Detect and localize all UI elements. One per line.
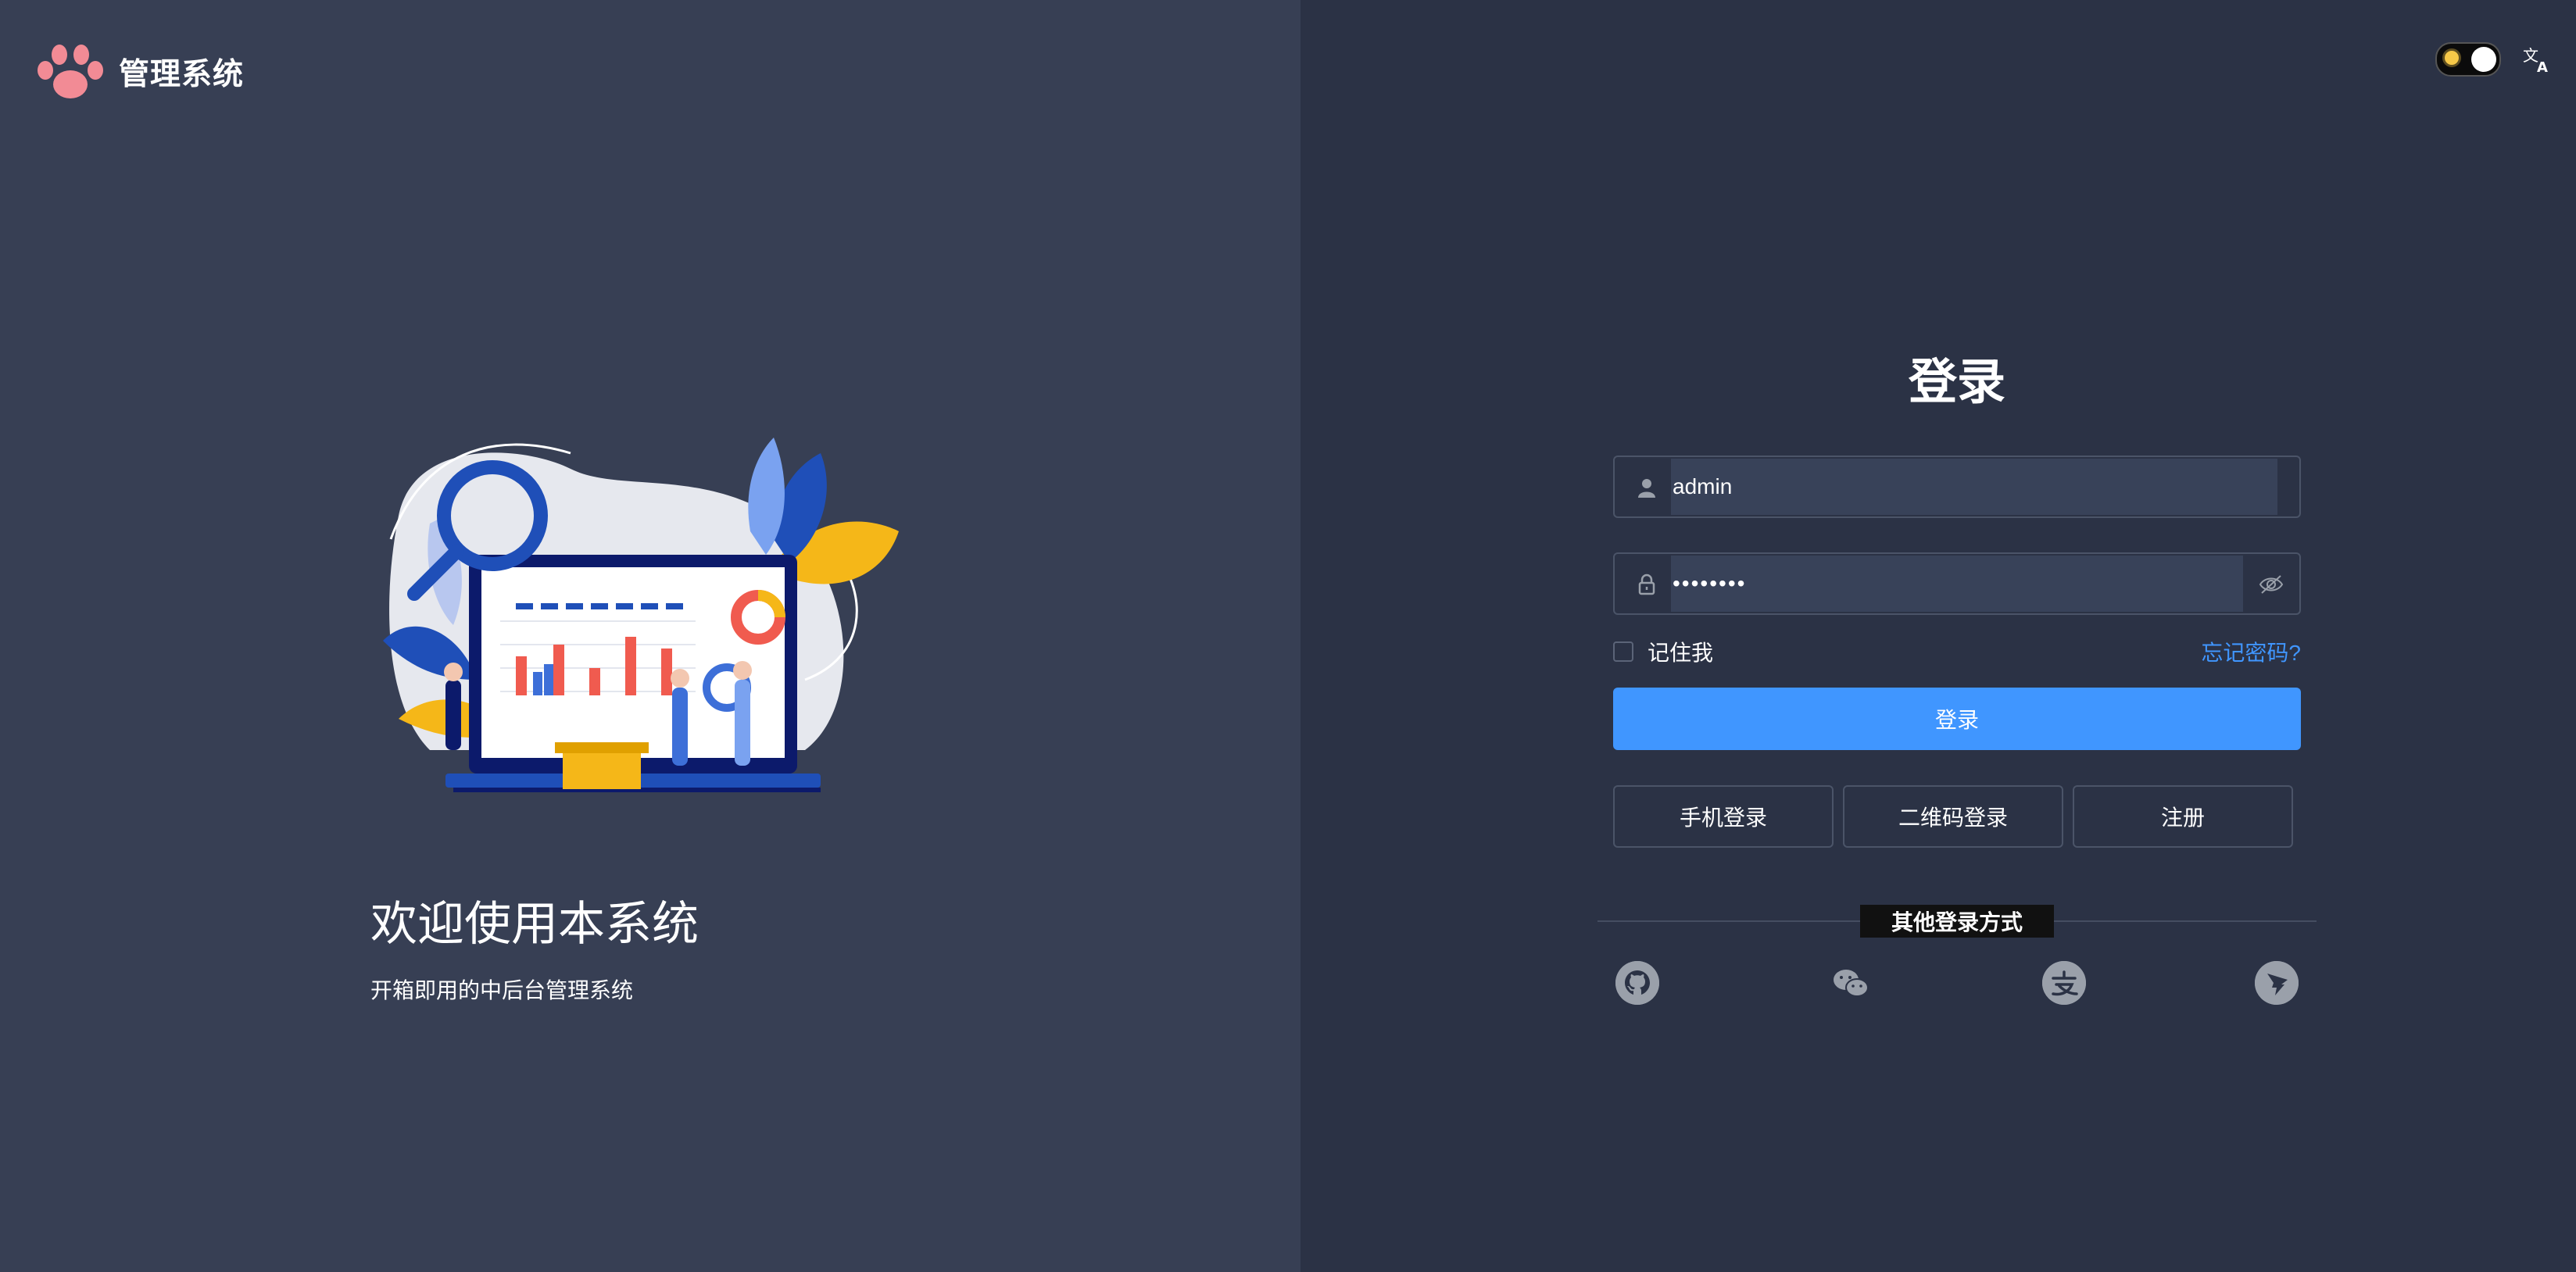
login-title: 登录: [1908, 356, 2005, 409]
welcome-subtitle: 开箱即用的中后台管理系统: [370, 978, 634, 1002]
theme-toggle[interactable]: [2435, 42, 2501, 77]
svg-text:A: A: [2537, 59, 2548, 75]
eye-off-icon[interactable]: [2259, 573, 2284, 596]
app-title: 管理系统: [119, 58, 245, 91]
svg-text:文: 文: [2523, 46, 2538, 65]
remember-me[interactable]: 记住我: [1613, 636, 1713, 667]
lock-icon: [1638, 573, 1655, 595]
user-icon: [1638, 479, 1655, 498]
top-toolbar: 文 A: [2435, 42, 2553, 77]
username-input[interactable]: admin: [1671, 459, 2277, 515]
remember-checkbox[interactable]: [1613, 641, 1633, 662]
toggle-knob: [2471, 47, 2496, 72]
brand: 管理系统: [33, 42, 244, 102]
right-panel: 文 A: [1301, 0, 2576, 1272]
paw-icon: [38, 45, 103, 98]
username-field[interactable]: admin: [1613, 456, 2301, 518]
password-field[interactable]: ••••••••: [1613, 552, 2301, 615]
login-button[interactable]: 登录: [1613, 688, 2301, 750]
alt-login-buttons: 手机登录 二维码登录 注册: [1613, 785, 2293, 848]
github-icon[interactable]: [1615, 961, 1659, 1005]
dashboard-illustration: [383, 438, 899, 792]
forgot-password-link[interactable]: 忘记密码?: [2201, 636, 2301, 667]
password-input[interactable]: ••••••••: [1671, 556, 2243, 612]
translate-icon[interactable]: 文 A: [2521, 44, 2553, 75]
alipay-icon[interactable]: [2042, 961, 2086, 1005]
register-button[interactable]: 注册: [2073, 785, 2293, 848]
qrcode-login-button[interactable]: 二维码登录: [1843, 785, 2063, 848]
dingtalk-icon[interactable]: [2255, 961, 2299, 1005]
remember-label: 记住我: [1648, 641, 1714, 665]
left-panel: 管理系统 欢迎使用本系统 开箱即用的中后台管理系统: [0, 0, 1301, 1272]
welcome-title: 欢迎使用本系统: [370, 898, 699, 950]
sun-icon: [2445, 51, 2459, 65]
phone-login-button[interactable]: 手机登录: [1613, 785, 1834, 848]
other-login-label: 其他登录方式: [1860, 905, 2054, 938]
wechat-icon[interactable]: [1829, 961, 1873, 1005]
